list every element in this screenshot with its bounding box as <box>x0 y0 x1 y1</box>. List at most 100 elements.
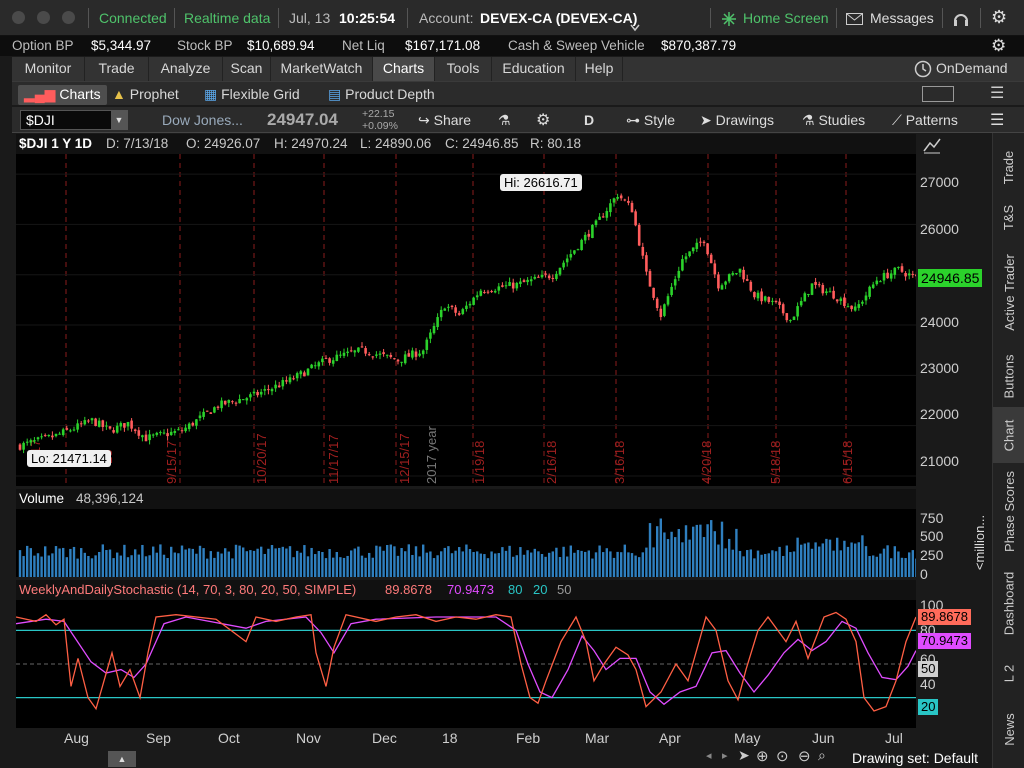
price-pane[interactable]: $DJI 1 Y 1D D: 7/13/18 O: 24926.07 H: 24… <box>16 134 916 486</box>
candle-body <box>619 195 623 199</box>
style-menu[interactable]: ⊶ Style <box>626 112 675 129</box>
crosshair-icon[interactable]: ⊕ <box>756 747 769 765</box>
search-icon[interactable]: ⌕ <box>818 747 826 764</box>
tab-analyze[interactable]: Analyze <box>149 57 223 81</box>
symbol-input[interactable]: $DJI ▼ <box>20 110 128 130</box>
chart-expand-icon[interactable] <box>922 137 942 155</box>
stochastic-pane[interactable]: WeeklyAndDailyStochastic (14, 70, 3, 80,… <box>16 580 916 728</box>
patterns-menu[interactable]: ⟋ Patterns <box>892 112 958 129</box>
sidebar-tab-trade[interactable]: Trade <box>993 139 1024 195</box>
volume-bar <box>54 546 58 577</box>
tab-scan[interactable]: Scan <box>223 57 271 81</box>
candle-body <box>882 273 886 281</box>
zoom-icon[interactable]: ⊙ <box>776 747 789 765</box>
candle-body <box>569 254 573 258</box>
sidebar-tab-active-trader[interactable]: Active Trader <box>993 239 1024 345</box>
candle-body <box>205 410 209 412</box>
volume-bar <box>821 543 824 577</box>
volume-tick: 750 <box>920 510 944 526</box>
tab-monitor[interactable]: Monitor <box>12 57 85 81</box>
sidebar-tab-buttons[interactable]: Buttons <box>993 345 1024 407</box>
account-label: Account: <box>419 10 474 26</box>
zoom-out-icon[interactable]: ⊖ <box>798 747 811 765</box>
candle-body <box>738 268 742 273</box>
window-minimize-button[interactable] <box>37 11 50 24</box>
sidebar-tab-dashboard[interactable]: Dashboard <box>993 559 1024 647</box>
menu-icon[interactable]: ☰ <box>990 83 1004 103</box>
price-chart-canvas[interactable]: 9/15/17 10/20/17 11/17/17 12/15/17 2017 year… <box>16 154 916 486</box>
gear-icon[interactable]: ⚙ <box>991 36 1006 56</box>
volume-bar <box>760 554 763 577</box>
volume-chart-canvas[interactable] <box>16 509 916 577</box>
period-selector[interactable]: D <box>584 112 594 128</box>
volume-label: Volume <box>19 491 65 506</box>
sidebar-tab-chart[interactable]: Chart <box>993 407 1024 463</box>
volume-bar <box>846 546 850 577</box>
volume-pane[interactable]: Volume 48,396,124 <box>16 489 916 577</box>
layout-box-icon[interactable] <box>922 86 954 102</box>
sidebar-tab-l2[interactable]: L 2 <box>993 647 1024 699</box>
scroll-right-icon[interactable]: ▸ <box>722 749 728 762</box>
stochastic-chart-canvas[interactable] <box>16 600 916 728</box>
menu-icon[interactable]: ☰ <box>990 110 1004 130</box>
tab-trade[interactable]: Trade <box>85 57 149 81</box>
candle-body <box>598 216 601 220</box>
drawings-menu[interactable]: ➤ Drawings <box>700 112 774 129</box>
tab-marketwatch[interactable]: MarketWatch <box>271 57 373 81</box>
chevron-down-icon[interactable] <box>630 24 640 32</box>
flask-icon[interactable]: ⚗ <box>498 112 511 129</box>
candle-body <box>904 273 907 277</box>
volume-bar <box>209 551 212 577</box>
sidebar-tab-ts[interactable]: T&S <box>993 195 1024 239</box>
gear-icon[interactable]: ⚙ <box>991 7 1007 28</box>
gear-icon[interactable]: ⚙ <box>536 110 550 130</box>
volume-bar <box>468 549 472 577</box>
volume-bar <box>393 546 396 577</box>
tab-charts[interactable]: Charts <box>373 57 435 81</box>
subtab-charts[interactable]: ▂▄▆ Charts <box>18 85 107 105</box>
candle-body <box>267 389 270 391</box>
subtab-flexible-grid[interactable]: ▦ Flexible Grid <box>204 85 300 105</box>
window-close-button[interactable] <box>12 11 25 24</box>
scroll-left-icon[interactable]: ◂ <box>706 749 712 762</box>
share-button[interactable]: ↪ Share <box>418 112 471 129</box>
drawing-set-selector[interactable]: Drawing set: Default <box>852 750 978 766</box>
subtab-prophet[interactable]: ▲ Prophet <box>112 85 179 105</box>
volume-bar <box>825 538 828 577</box>
studies-menu[interactable]: ⚗ Studies <box>802 112 865 129</box>
tab-tools[interactable]: Tools <box>435 57 492 81</box>
candle-body <box>378 353 382 355</box>
messages-button[interactable]: Messages <box>870 10 934 26</box>
subtab-product-depth[interactable]: ▤ Product Depth <box>328 85 435 105</box>
patterns-icon: ⟋ <box>892 112 902 128</box>
candle-body <box>684 256 688 260</box>
volume-bar <box>98 551 101 577</box>
account-selector[interactable]: DEVEX-CA (DEVEX-CA) <box>480 10 637 26</box>
candle-body <box>537 276 540 278</box>
volume-bar <box>144 556 148 577</box>
collapse-icon[interactable]: ▲ <box>108 751 136 767</box>
sidebar-tab-phase-scores[interactable]: Phase Scores <box>993 463 1024 559</box>
window-zoom-button[interactable] <box>62 11 75 24</box>
low-callout: Lo: 21471.14 <box>27 450 111 467</box>
candle-body <box>695 242 699 249</box>
tab-education[interactable]: Education <box>492 57 576 81</box>
chevron-down-icon[interactable]: ▼ <box>111 111 127 129</box>
volume-bar <box>90 558 94 577</box>
candle-body <box>637 224 641 246</box>
volume-bar <box>634 555 637 577</box>
volume-bar <box>774 551 778 577</box>
sidebar-tab-news[interactable]: News <box>993 699 1024 759</box>
ondemand-button[interactable]: OnDemand <box>936 57 1016 81</box>
tab-help[interactable]: Help <box>576 57 623 81</box>
candle-body <box>731 273 735 275</box>
candle-body <box>720 285 724 290</box>
headset-icon[interactable] <box>953 11 969 27</box>
home-screen-button[interactable]: Home Screen <box>743 10 829 26</box>
volume-bar <box>627 552 630 577</box>
candle-body <box>670 286 673 296</box>
cursor-icon[interactable]: ➤ <box>738 747 750 764</box>
candle-body <box>346 351 349 353</box>
candle-body <box>821 284 825 294</box>
volume-bar <box>418 556 421 577</box>
